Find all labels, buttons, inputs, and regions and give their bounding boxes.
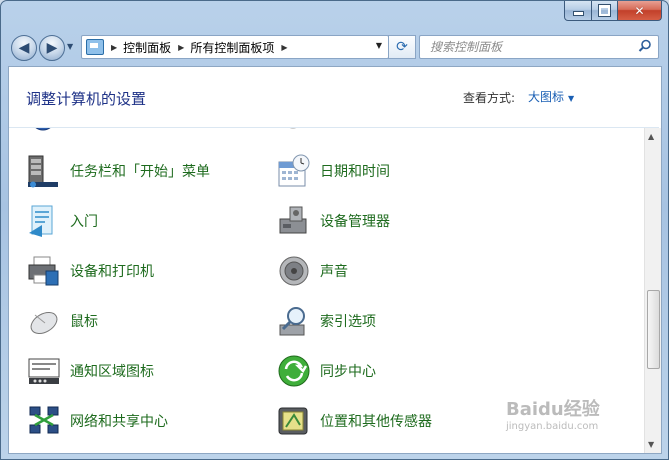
maximize-button[interactable] [592,1,618,21]
item-label[interactable]: 声音 [320,261,348,281]
item-label[interactable]: 设备管理器 [320,211,390,231]
taskbar-icon [28,155,58,188]
minimize-button[interactable] [564,1,592,21]
address-dropdown-icon[interactable]: ▼ [376,41,382,50]
scroll-up-icon[interactable]: ▲ [648,132,654,141]
page-title: 调整计算机的设置 [26,90,147,108]
recent-pages-dropdown[interactable]: ▼ [67,42,73,51]
item-label[interactable]: 位置和其他传感器 [320,411,432,431]
item-label[interactable]: 通知区域图标 [70,361,154,381]
refresh-button[interactable]: ⟳ [388,35,416,59]
partial-row-icon [289,128,297,129]
control-panel-window: ✕ ◀ ▶ ▼ ▶ 控制面板 ▶ 所有控制面板项 ▶ ▼ ⟳ 调整计算机的设置 … [0,0,669,460]
maximize-icon [599,5,610,16]
item-label[interactable]: 设备和打印机 [70,261,154,281]
item-date-time[interactable]: 日期和时间 [276,153,390,189]
content-header: 调整计算机的设置 查看方式: 大图标 ▼ [9,67,659,128]
item-network-sharing-center[interactable]: 网络和共享中心 [26,403,168,439]
item-device-manager[interactable]: 设备管理器 [276,203,390,239]
indexing-icon [279,307,305,336]
item-label[interactable]: 同步中心 [320,361,376,381]
mouse-icon [30,312,58,334]
item-getting-started[interactable]: 入门 [26,203,98,239]
watermark-url: jingyan.baidu.com [506,421,599,432]
getting-started-icon [29,205,53,237]
speaker-icon [279,256,309,286]
network-icon [29,406,59,434]
view-by-dropdown[interactable]: 大图标 ▼ [528,88,574,105]
view-by-label: 查看方式: [463,91,516,105]
breadcrumb-all-items[interactable]: 所有控制面板项 [190,39,274,56]
refresh-icon: ⟳ [396,39,408,55]
breadcrumb-separator-icon[interactable]: ▶ [281,43,287,52]
back-button[interactable]: ◀ [11,35,37,61]
calendar-clock-icon [278,154,310,187]
breadcrumb-separator-icon[interactable]: ▶ [111,43,117,52]
printer-icon [28,256,59,286]
item-label[interactable]: 索引选项 [320,311,376,331]
address-bar[interactable]: ▶ 控制面板 ▶ 所有控制面板项 ▶ ▼ [81,35,389,59]
item-label[interactable]: 任务栏和「开始」菜单 [70,161,210,181]
search-icon[interactable] [638,39,652,53]
partial-row-icon [35,128,51,131]
device-manager-icon [279,206,307,234]
search-input[interactable] [428,36,632,58]
breadcrumb-control-panel[interactable]: 控制面板 [123,39,171,56]
view-by-value[interactable]: 大图标 [528,90,564,104]
notification-area-icon [28,358,60,384]
item-label[interactable]: 网络和共享中心 [70,411,168,431]
forward-arrow-icon: ▶ [46,40,58,56]
back-arrow-icon: ◀ [18,40,30,56]
control-panel-icon [86,39,104,55]
search-box[interactable] [419,35,659,59]
item-sync-center[interactable]: 同步中心 [276,353,376,389]
sync-center-icon [278,355,310,387]
breadcrumb-separator-icon[interactable]: ▶ [178,43,184,52]
scroll-down-icon[interactable]: ▼ [648,440,654,449]
item-sound[interactable]: 声音 [276,253,348,289]
location-sensor-icon [278,407,308,435]
scroll-thumb[interactable] [647,290,660,369]
item-taskbar-start-menu[interactable]: 任务栏和「开始」菜单 [26,153,210,189]
item-label[interactable]: 日期和时间 [320,161,390,181]
item-location-sensors[interactable]: 位置和其他传感器 [276,403,432,439]
chevron-down-icon[interactable]: ▼ [568,94,574,103]
item-label[interactable]: 鼠标 [70,311,98,331]
item-mouse[interactable]: 鼠标 [26,303,98,339]
item-devices-printers[interactable]: 设备和打印机 [26,253,154,289]
watermark-logo: Baidu经验 [506,399,600,420]
vertical-scrollbar[interactable]: ▲ ▼ [644,128,661,453]
close-button[interactable]: ✕ [618,1,662,21]
close-icon: ✕ [634,3,645,18]
minimize-icon [572,11,584,16]
item-label[interactable]: 入门 [70,211,98,231]
window-caption-buttons: ✕ [564,1,662,21]
item-notification-area-icons[interactable]: 通知区域图标 [26,353,154,389]
forward-button[interactable]: ▶ [39,35,65,61]
item-indexing-options[interactable]: 索引选项 [276,303,376,339]
